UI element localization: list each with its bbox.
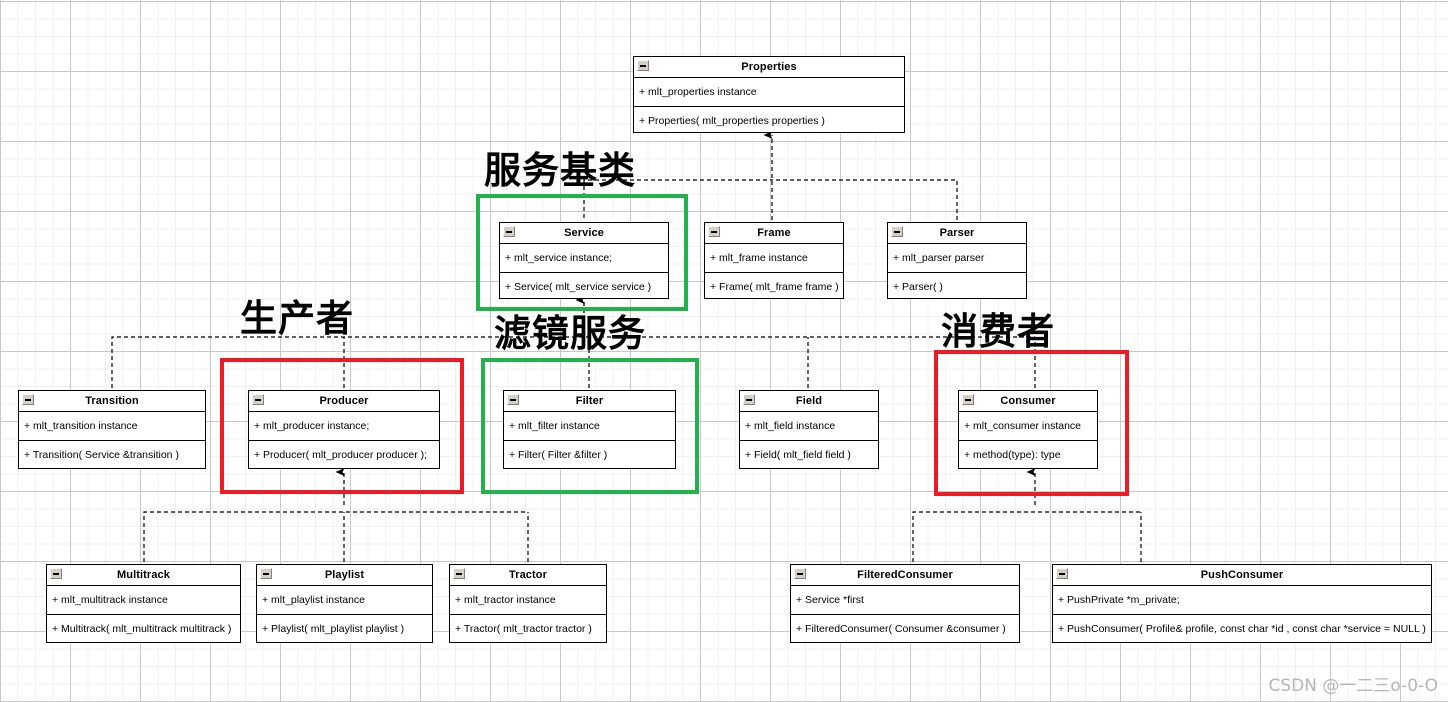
uml-diagram-canvas: 服务基类 生产者 滤镜服务 消费者 Properties + mlt_prope… [0, 0, 1448, 702]
class-header-multitrack: Multitrack [47, 565, 240, 586]
minimize-icon[interactable] [962, 394, 974, 405]
class-method: + Field( mlt_field field ) [745, 449, 851, 461]
class-box-filtered-consumer[interactable]: FilteredConsumer + Service *first + Filt… [790, 564, 1020, 643]
class-box-push-consumer[interactable]: PushConsumer + PushPrivate *m_private; +… [1052, 564, 1432, 643]
class-attribute: + mlt_consumer instance [959, 412, 1097, 441]
class-box-properties[interactable]: Properties + mlt_properties instance + P… [633, 56, 905, 133]
class-box-tractor[interactable]: Tractor + mlt_tractor instance + Tractor… [449, 564, 607, 643]
class-header-consumer: Consumer [959, 391, 1097, 412]
class-name: Parser [939, 227, 975, 239]
edge-parser-to-properties [772, 179, 958, 220]
class-method: + Multitrack( mlt_multitrack multitrack … [52, 623, 232, 635]
class-attribute: + mlt_multitrack instance [47, 586, 240, 615]
annotation-producer: 生产者 [240, 297, 354, 340]
class-name: Producer [319, 395, 369, 407]
minimize-icon[interactable] [794, 568, 806, 579]
class-box-frame[interactable]: Frame + mlt_frame instance + Frame( mlt_… [704, 222, 844, 299]
minimize-icon[interactable] [708, 226, 720, 237]
class-method: + FilteredConsumer( Consumer &consumer ) [796, 623, 1006, 635]
class-box-transition[interactable]: Transition + mlt_transition instance + T… [18, 390, 206, 469]
class-header-playlist: Playlist [257, 565, 432, 586]
class-name: Tractor [509, 569, 547, 581]
class-header-parser: Parser [888, 223, 1026, 244]
class-header-properties: Properties [634, 57, 904, 78]
minimize-icon[interactable] [252, 394, 264, 405]
edge-consumer-children-bus [912, 511, 1141, 562]
class-name: Properties [741, 61, 797, 73]
class-header-tractor: Tractor [450, 565, 606, 586]
class-method: + Service( mlt_service service ) [505, 281, 652, 293]
class-attribute: + mlt_tractor instance [450, 586, 606, 615]
minimize-icon[interactable] [50, 568, 62, 579]
class-box-multitrack[interactable]: Multitrack + mlt_multitrack instance + M… [46, 564, 241, 643]
class-name: FilteredConsumer [857, 569, 953, 581]
class-attribute: + mlt_playlist instance [257, 586, 432, 615]
class-header-push-consumer: PushConsumer [1053, 565, 1431, 586]
class-attribute: + mlt_filter instance [504, 412, 675, 441]
minimize-icon[interactable] [22, 394, 34, 405]
class-header-frame: Frame [705, 223, 843, 244]
class-box-field[interactable]: Field + mlt_field instance + Field( mlt_… [739, 390, 879, 469]
class-header-producer: Producer [249, 391, 439, 412]
minimize-icon[interactable] [507, 394, 519, 405]
minimize-icon[interactable] [891, 226, 903, 237]
minimize-icon[interactable] [503, 226, 515, 237]
class-box-parser[interactable]: Parser + mlt_parser parser + Parser( ) [887, 222, 1027, 299]
class-header-filter: Filter [504, 391, 675, 412]
minimize-icon[interactable] [453, 568, 465, 579]
class-name: Transition [85, 395, 139, 407]
class-method: + Producer( mlt_producer producer ); [254, 449, 428, 461]
class-method: + method(type): type [964, 449, 1061, 461]
minimize-icon[interactable] [637, 60, 649, 71]
class-method: + PushConsumer( Profile& profile, const … [1058, 623, 1426, 635]
minimize-icon[interactable] [1056, 568, 1068, 579]
class-header-service: Service [500, 223, 668, 244]
class-box-playlist[interactable]: Playlist + mlt_playlist instance + Playl… [256, 564, 433, 643]
class-name: PushConsumer [1200, 569, 1284, 581]
class-name: Frame [757, 227, 791, 239]
class-method: + Filter( Filter &filter ) [509, 449, 608, 461]
class-method: + Parser( ) [893, 281, 943, 293]
class-name: Field [795, 395, 823, 407]
class-box-service[interactable]: Service + mlt_service instance; + Servic… [499, 222, 669, 299]
minimize-icon[interactable] [743, 394, 755, 405]
class-attribute: + mlt_service instance; [500, 244, 668, 273]
class-attribute: + mlt_transition instance [19, 412, 205, 441]
annotation-consumer: 消费者 [941, 310, 1055, 353]
class-name: Filter [575, 395, 604, 407]
class-name: Service [564, 227, 604, 239]
class-attribute: + mlt_parser parser [888, 244, 1026, 273]
class-method: + Playlist( mlt_playlist playlist ) [262, 623, 405, 635]
class-box-consumer[interactable]: Consumer + mlt_consumer instance + metho… [958, 390, 1098, 469]
class-header-field: Field [740, 391, 878, 412]
class-method: + Transition( Service &transition ) [24, 449, 179, 461]
class-box-filter[interactable]: Filter + mlt_filter instance + Filter( F… [503, 390, 676, 469]
class-attribute: + mlt_field instance [740, 412, 878, 441]
class-box-producer[interactable]: Producer + mlt_producer instance; + Prod… [248, 390, 440, 469]
class-attribute: + mlt_frame instance [705, 244, 843, 273]
class-name: Playlist [324, 569, 365, 581]
class-attribute: + Service *first [791, 586, 1019, 615]
class-attribute: + mlt_producer instance; [249, 412, 439, 441]
class-method: + Tractor( mlt_tractor tractor ) [455, 623, 592, 635]
class-method: + Properties( mlt_properties properties … [639, 115, 825, 127]
class-header-transition: Transition [19, 391, 205, 412]
class-method: + Frame( mlt_frame frame ) [710, 281, 839, 293]
class-name: Consumer [1000, 395, 1056, 407]
class-name: Multitrack [117, 569, 170, 581]
class-header-filtered-consumer: FilteredConsumer [791, 565, 1019, 586]
minimize-icon[interactable] [260, 568, 272, 579]
annotation-filter-service: 滤镜服务 [494, 312, 646, 355]
csdn-watermark: CSDN @一二三o-0-O [1268, 676, 1438, 696]
class-attribute: + PushPrivate *m_private; [1053, 586, 1431, 615]
edge-producer-children-bus [143, 511, 528, 562]
annotation-service-base: 服务基类 [484, 149, 636, 192]
class-attribute: + mlt_properties instance [634, 78, 904, 107]
